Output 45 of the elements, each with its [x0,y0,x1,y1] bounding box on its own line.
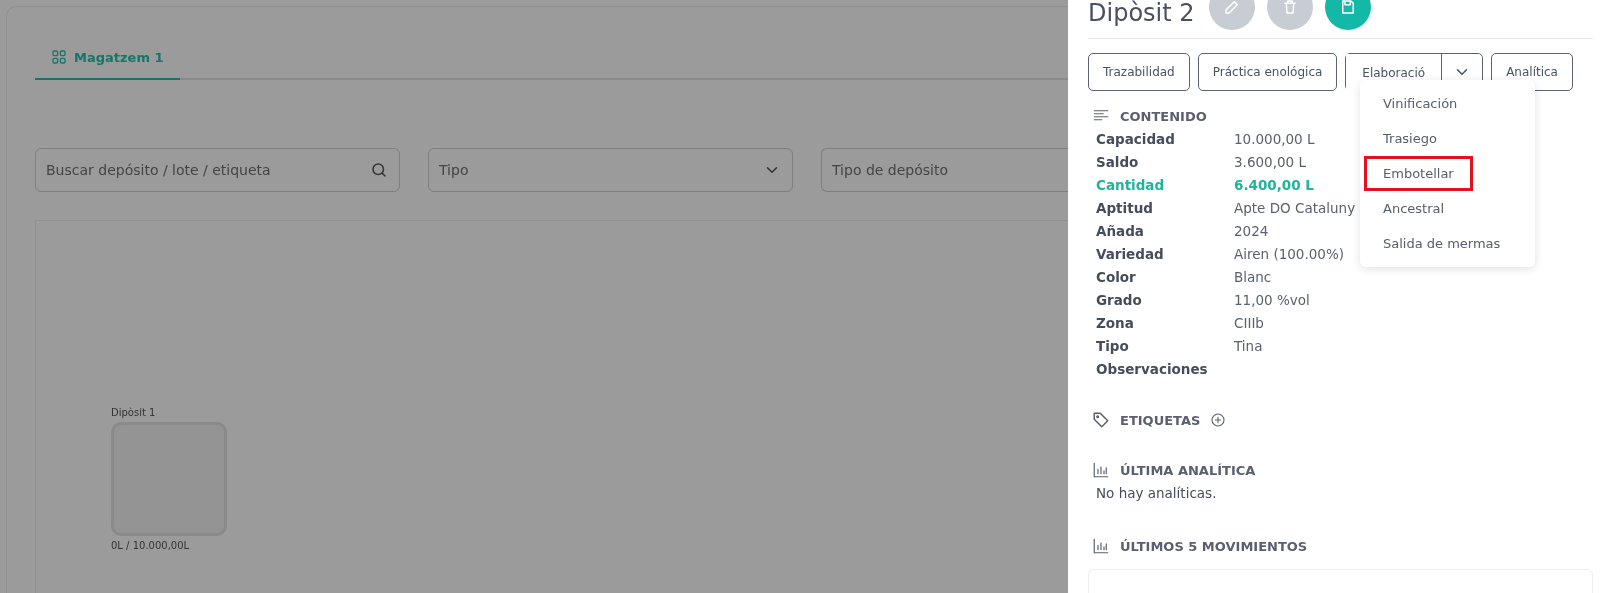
tank-capacity: 0L / 10.000,00L [111,540,191,551]
search-icon [370,161,388,179]
section-heading: CONTENIDO [1120,108,1207,124]
action-button[interactable]: Práctica enológica [1197,53,1338,91]
field-label: Saldo [1096,154,1139,170]
field-value: 2024 [1234,223,1269,239]
empty-message: No hay analíticas. [1096,485,1218,501]
field-label: Grado [1096,292,1142,308]
tag-icon [1092,411,1110,429]
field-label: Observaciones [1096,361,1208,377]
field-value: CIIIb [1234,315,1264,331]
section-heading: ETIQUETAS [1120,412,1201,428]
menu-item[interactable]: Embotellar [1364,156,1473,191]
field-label: Añada [1096,223,1144,239]
field-value: 3.600,00 L [1234,154,1306,170]
tank-name: Dipòsit 1 [111,407,157,418]
bar-chart-icon [1092,461,1110,479]
section-heading: ÚLTIMOS 5 MOVIMIENTOS [1120,538,1308,554]
field-value: 11,00 %vol [1234,292,1310,308]
grid-icon [51,49,67,65]
field-value: Tina [1234,338,1263,354]
select-field[interactable]: Tipo [428,148,793,192]
search-field[interactable]: Buscar depósito / lote / etiqueta [35,148,400,192]
field-label: Zona [1096,315,1134,331]
field-label: Aptitud [1096,200,1153,216]
add-icon[interactable] [1210,412,1227,428]
field-label: Color [1096,269,1136,285]
menu-item[interactable]: Trasiego [1364,121,1456,156]
pencil-icon [1222,0,1241,16]
field-value: 10.000,00 L [1234,131,1315,147]
field-label: Capacidad [1096,131,1175,147]
menu-item[interactable]: Ancestral [1364,191,1464,226]
section-heading: ÚLTIMA ANALÍTICA [1120,462,1256,478]
field-value: 6.400,00 L [1234,177,1314,193]
field-label: Tipo [1096,338,1129,354]
field-value: Airen (100.00%) [1234,246,1344,262]
field-value: Apte DO Cataluny [1234,200,1356,216]
field-value: Blanc [1234,269,1272,285]
menu-item[interactable]: Salida de mermas [1364,226,1520,261]
action-button[interactable]: Trazabilidad [1088,53,1190,91]
drawer-title: Dipòsit 2 [1088,0,1195,27]
field-label: Cantidad [1096,177,1165,193]
field-label: Variedad [1096,246,1164,262]
bar-chart-icon [1092,537,1110,555]
select-field[interactable]: Tipo de depósito [821,148,1068,192]
